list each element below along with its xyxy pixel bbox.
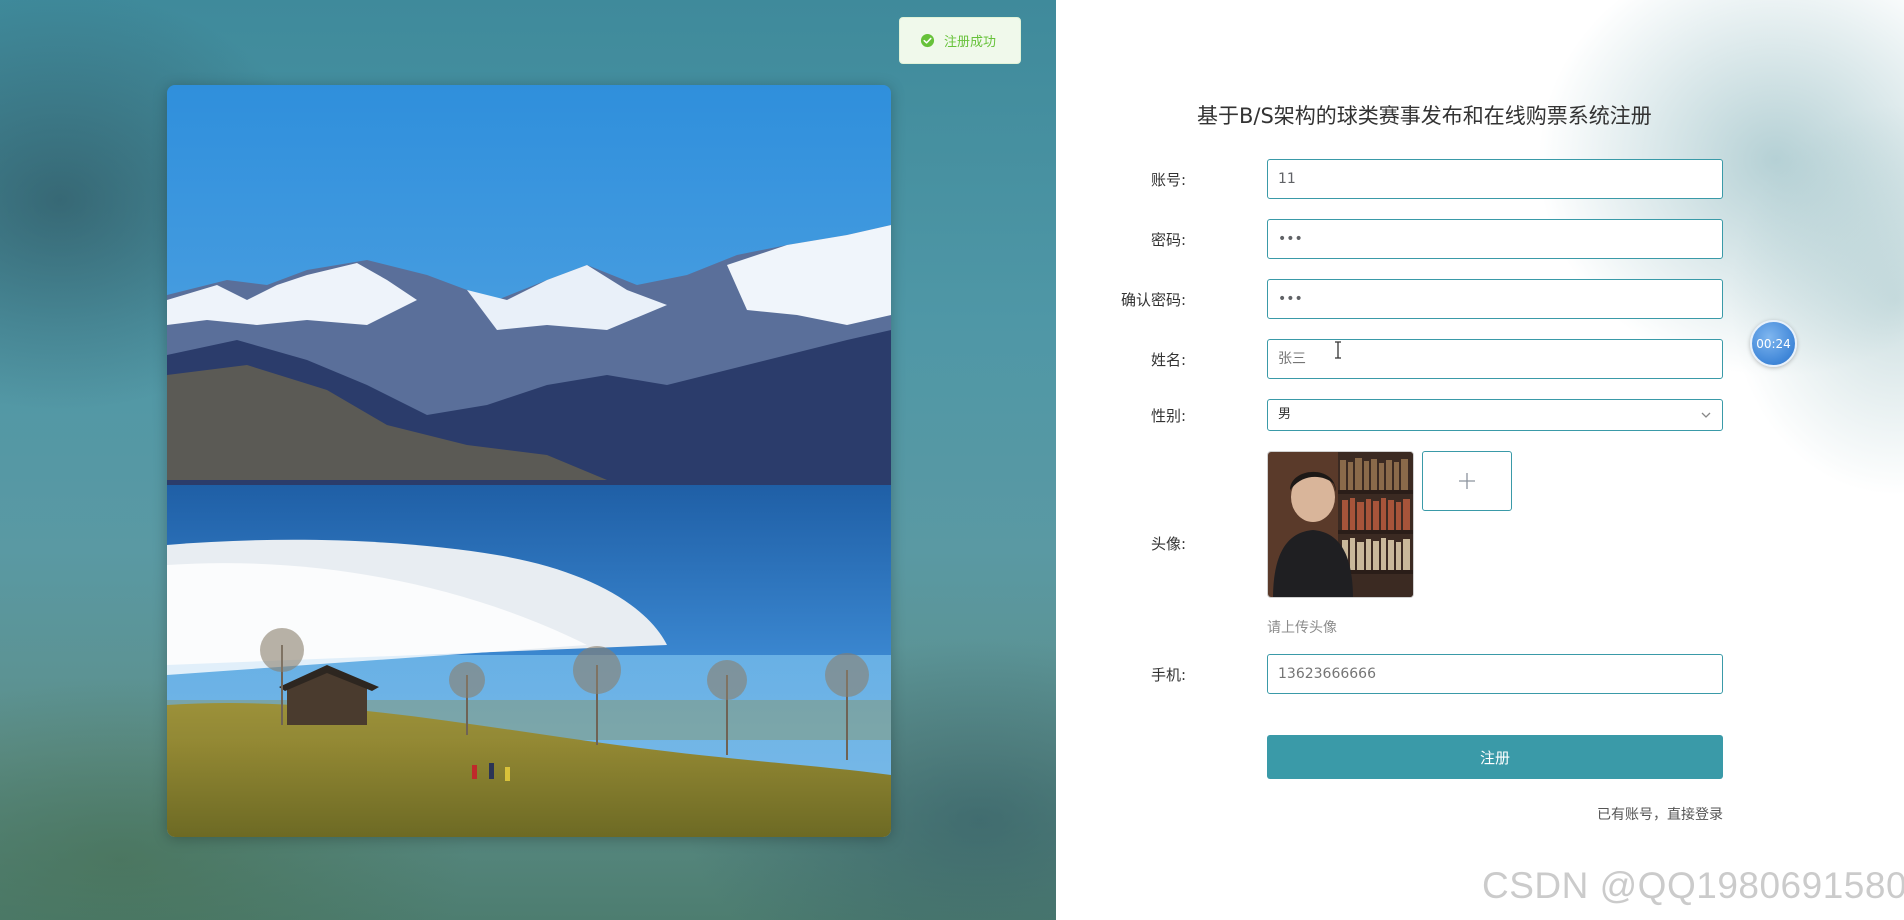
phone-input[interactable] [1267, 654, 1723, 694]
register-panel: 基于B/S架构的球类赛事发布和在线购票系统注册 账号: 密码: 确认密码: 姓名… [1056, 0, 1904, 920]
gender-label: 性别: [1150, 407, 1186, 425]
phone-label: 手机: [1150, 666, 1186, 684]
gender-select[interactable]: 男 [1267, 399, 1723, 431]
login-link[interactable]: 已有账号，直接登录 [1597, 804, 1723, 824]
success-toast: 注册成功 [899, 17, 1021, 64]
check-circle-icon [920, 33, 935, 48]
left-background-panel: 注册成功 [0, 0, 1056, 920]
landscape-photo [167, 85, 891, 837]
page-title: 基于B/S架构的球类赛事发布和在线购票系统注册 [1197, 104, 1652, 128]
chevron-down-icon [1700, 409, 1712, 421]
confirm-password-label: 确认密码: [1120, 291, 1186, 309]
name-label: 姓名: [1150, 351, 1186, 369]
avatar-label: 头像: [1150, 535, 1186, 553]
avatar-preview[interactable] [1267, 451, 1414, 598]
avatar-hint: 请上传头像 [1267, 620, 1337, 636]
password-label: 密码: [1150, 231, 1186, 249]
password-input[interactable] [1267, 219, 1723, 259]
register-button[interactable]: 注册 [1267, 735, 1723, 779]
gender-selected-value: 男 [1278, 407, 1292, 422]
account-input[interactable] [1267, 159, 1723, 199]
text-cursor-icon [1333, 340, 1343, 360]
plus-icon [1458, 472, 1476, 490]
timer-badge[interactable]: 00:24 [1750, 320, 1797, 367]
avatar-upload-button[interactable] [1422, 451, 1512, 511]
watermark: CSDN @QQ1980691580 [1482, 865, 1904, 906]
confirm-password-input[interactable] [1267, 279, 1723, 319]
toast-message: 注册成功 [944, 35, 997, 50]
account-label: 账号: [1150, 171, 1186, 189]
